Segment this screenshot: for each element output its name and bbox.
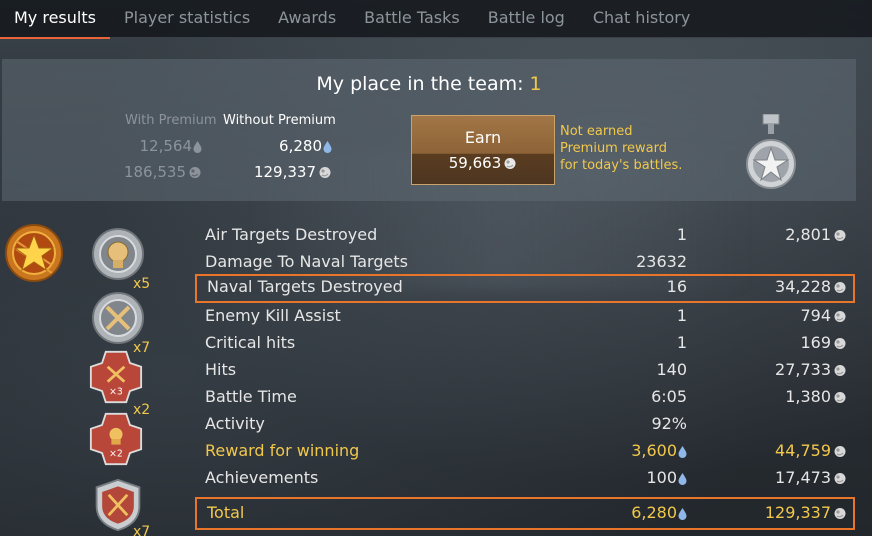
result-row-air-targets: Air Targets Destroyed 1 2,801 [195,222,855,249]
gold-star-medal-icon [5,224,63,282]
silver-lion-icon [834,392,846,403]
silver-lion-icon [834,365,846,376]
tab-chat-history[interactable]: Chat history [579,0,705,38]
tab-player-statistics[interactable]: Player statistics [110,0,264,38]
result-row-naval-destroyed: Naval Targets Destroyed 16 34,228 [195,274,855,303]
silver-lion-icon [834,311,846,322]
result-row-critical-hits: Critical hits 1 169 [195,330,855,357]
team-place-heading: My place in the team: 1 [2,73,856,95]
silver-lion-icon [319,167,331,178]
tab-my-results[interactable]: My results [0,0,110,39]
crossed-swords-medal-icon [92,292,144,344]
research-drop-icon [323,140,332,153]
team-place-label: My place in the team: [316,73,524,95]
without-premium-silver: 129,337 [232,163,332,181]
award-multiplier: x7 [133,524,151,536]
award-multiplier: x5 [133,276,151,292]
earn-premium-button[interactable]: Earn 59,663 [411,115,555,185]
silver-lion-icon [834,338,846,349]
not-earned-note: Not earned Premium reward for today's ba… [560,124,683,173]
result-row-battle-time: Battle Time 6:05 1,380 [195,384,855,411]
earn-label: Earn [464,128,502,147]
silver-lion-icon [504,158,516,169]
with-premium-silver: 186,535 [102,163,202,181]
eagle-medal-icon [92,228,144,280]
silver-lion-icon [834,230,846,241]
without-premium-research: 6,280 [232,137,332,155]
with-premium-header: With Premium [125,113,217,128]
star-medal-icon [746,114,796,189]
tab-awards[interactable]: Awards [264,0,350,38]
tab-battle-log[interactable]: Battle log [474,0,579,38]
silver-lion-icon [834,446,846,457]
without-premium-header: Without Premium [223,113,336,128]
silver-lion-icon [834,282,846,293]
with-premium-research: 12,564 [102,137,202,155]
result-row-total: Total 6,280 129,337 [195,497,855,530]
team-place-value: 1 [529,73,542,95]
result-row-kill-assist: Enemy Kill Assist 1 794 [195,303,855,330]
tab-bar: My results Player statistics Awards Batt… [0,0,872,39]
team-place-panel: My place in the team: 1 With Premium With… [2,59,856,201]
double-kill-cross-icon: ×2 [89,412,143,466]
research-drop-icon [678,507,687,520]
silver-lion-icon [834,473,846,484]
result-row-naval-damage: Damage To Naval Targets 23632 [205,252,687,271]
research-drop-icon [678,472,687,485]
result-row-hits: Hits 140 27,733 [195,357,855,384]
research-drop-icon [678,445,687,458]
result-row-activity: Activity 92% [205,414,687,433]
tab-battle-tasks[interactable]: Battle Tasks [350,0,474,38]
award-badge: ×3 [109,387,123,398]
award-badge: ×2 [109,449,123,460]
silver-lion-icon [834,508,846,519]
earn-value: 59,663 [412,154,554,172]
triple-kill-cross-icon: ×3 [89,350,143,404]
research-drop-icon [193,140,202,153]
silver-lion-icon [189,167,201,178]
result-row-achievements: Achievements 100 17,473 [195,465,855,492]
result-row-reward-winning: Reward for winning 3,600 44,759 [195,438,855,465]
